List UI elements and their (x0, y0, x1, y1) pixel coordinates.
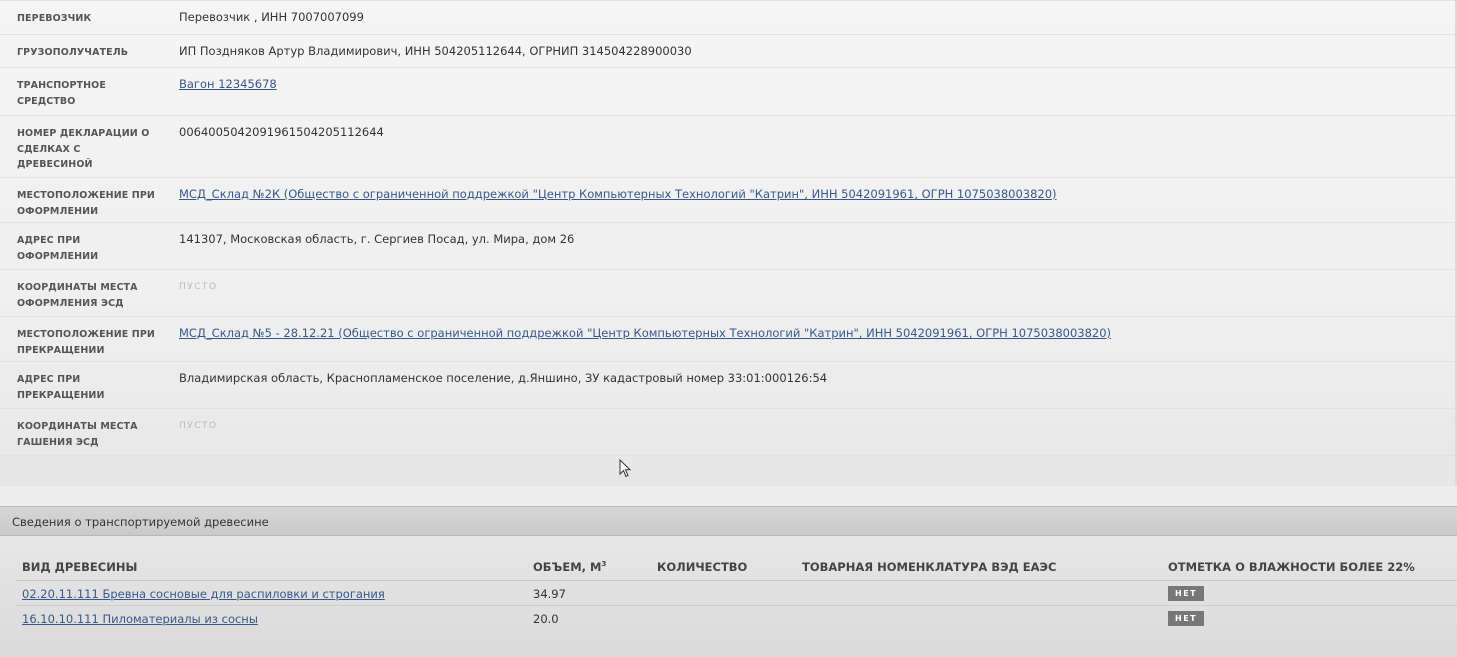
table-row: 16.10.10.111 Пиломатериалы из сосны 20.0… (16, 606, 1457, 631)
detail-value: Вагон 12345678 (179, 77, 277, 91)
transport-details-panel: Перевозчик Перевозчик , ИНН 7007007099 Г… (0, 0, 1457, 486)
detail-row-termination-location: Местоположение при прекращении МСД_Склад… (0, 316, 1455, 362)
species-link[interactable]: 16.10.10.111 Пиломатериалы из сосны (22, 612, 258, 626)
volume-cell: 34.97 (533, 587, 566, 601)
vehicle-link[interactable]: Вагон 12345678 (179, 77, 277, 91)
detail-value: МСД_Склад №5 - 28.12.21 (Общество с огра… (179, 326, 1111, 340)
humidity-badge: НЕТ (1168, 586, 1205, 601)
detail-row-cancel-coordinates: Координаты места гашения ЭСД ПУСТО (0, 408, 1455, 456)
column-header-species: Вид древесины (22, 560, 138, 574)
wood-table: Вид древесины Объем, м3 Количество Товар… (0, 536, 1457, 657)
issue-location-link[interactable]: МСД_Склад №2К (Общество с ограниченной п… (179, 187, 1057, 201)
volume-header-text: Объем, м (533, 560, 602, 574)
detail-value: Владимирская область, Краснопламенское п… (179, 371, 828, 385)
detail-row-vehicle: Транспортное средство Вагон 12345678 (0, 67, 1455, 116)
detail-label: Адрес при оформлении (17, 235, 99, 262)
column-header-humidity: Отметка о влажности более 22% (1168, 560, 1415, 574)
detail-value: 141307, Московская область, г. Сергиев П… (179, 232, 575, 246)
detail-row-termination-address: Адрес при прекращении Владимирская облас… (0, 361, 1455, 409)
species-cell: 02.20.11.111 Бревна сосновые для распило… (22, 587, 385, 601)
detail-row-issue-location: Местоположение при оформлении МСД_Склад … (0, 177, 1455, 223)
detail-row-carrier: Перевозчик Перевозчик , ИНН 7007007099 (0, 0, 1455, 35)
detail-value: ИП Поздняков Артур Владимирович, ИНН 504… (179, 44, 692, 58)
detail-label: Транспортное средство (17, 80, 106, 107)
detail-label: Адрес при прекращении (17, 374, 105, 401)
detail-label: Местоположение при оформлении (17, 190, 155, 217)
species-link[interactable]: 02.20.11.111 Бревна сосновые для распило… (22, 587, 385, 601)
detail-label: Координаты места оформления ЭСД (17, 282, 138, 309)
volume-cell: 20.0 (533, 612, 559, 626)
termination-location-link[interactable]: МСД_Склад №5 - 28.12.21 (Общество с огра… (179, 326, 1111, 340)
mouse-cursor-icon (619, 459, 632, 478)
wood-section-title: Сведения о транспортируемой древесине (12, 515, 269, 529)
detail-value: 0064005042091961504205112644 (179, 125, 384, 139)
column-header-quantity: Количество (657, 560, 748, 574)
detail-value: Перевозчик , ИНН 7007007099 (179, 10, 364, 24)
species-cell: 16.10.10.111 Пиломатериалы из сосны (22, 612, 258, 626)
detail-label: Перевозчик (17, 13, 92, 24)
detail-row-spacer (0, 455, 1455, 487)
humidity-badge: НЕТ (1168, 611, 1205, 626)
table-row: 02.20.11.111 Бревна сосновые для распило… (16, 581, 1457, 606)
column-header-volume: Объем, м3 (533, 560, 606, 574)
detail-row-issue-coordinates: Координаты места оформления ЭСД ПУСТО (0, 269, 1455, 317)
detail-value-empty: ПУСТО (179, 282, 218, 292)
detail-label: Грузополучатель (17, 47, 129, 58)
detail-row-issue-address: Адрес при оформлении 141307, Московская … (0, 222, 1455, 270)
section-spacer (0, 486, 1457, 506)
volume-header-unit-sup: 3 (601, 560, 607, 569)
wood-section-header: Сведения о транспортируемой древесине (0, 506, 1457, 536)
detail-value: МСД_Склад №2К (Общество с ограниченной п… (179, 187, 1057, 201)
detail-label: Местоположение при прекращении (17, 329, 155, 356)
detail-label: Координаты места гашения ЭСД (17, 421, 138, 448)
detail-value-empty: ПУСТО (179, 421, 218, 431)
detail-row-declaration-number: Номер декларации о сделках с древесиной … (0, 115, 1455, 178)
detail-label: Номер декларации о сделках с древесиной (17, 128, 150, 170)
detail-row-consignee: Грузополучатель ИП Поздняков Артур Влади… (0, 34, 1455, 68)
column-header-nomenclature: Товарная номенклатура ВЭД ЕАЭС (802, 560, 1057, 574)
